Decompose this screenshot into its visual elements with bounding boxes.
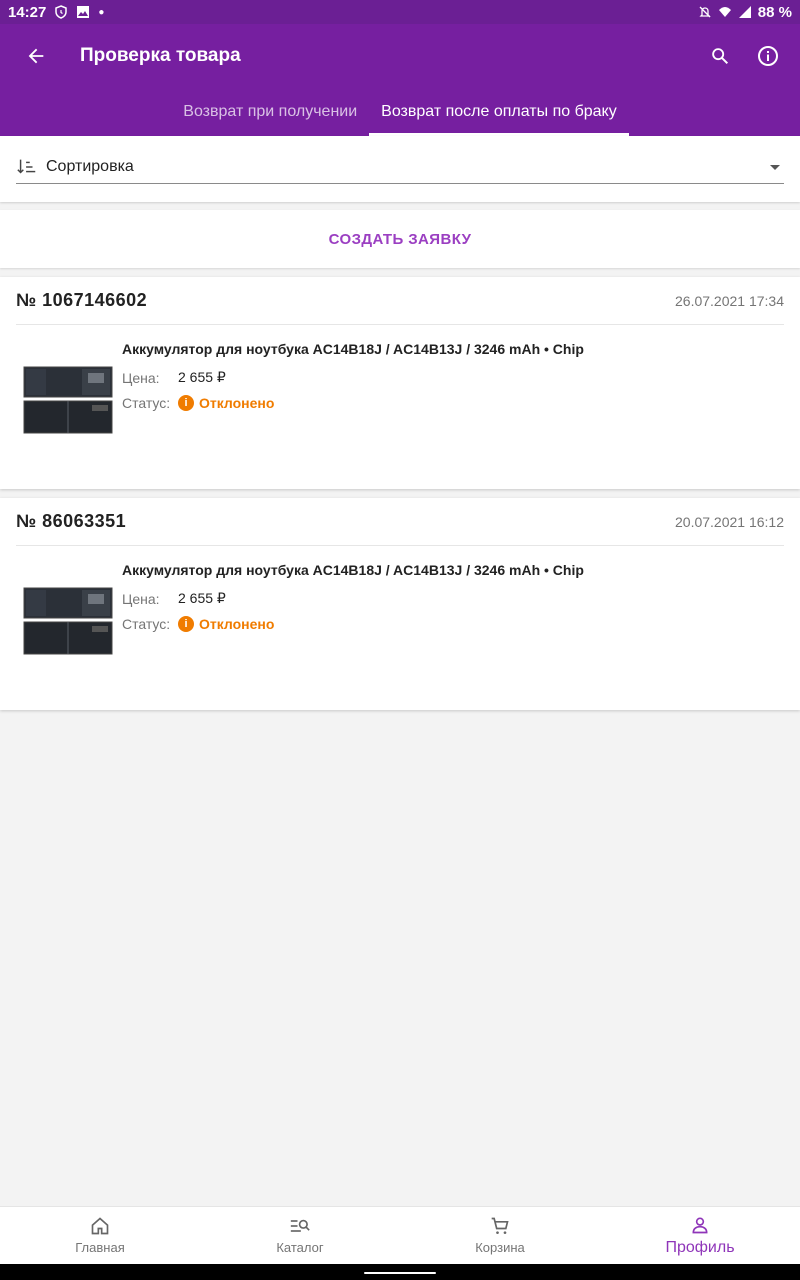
sort-section: Сортировка	[0, 136, 800, 202]
tab-bar: Возврат при получении Возврат после опла…	[0, 88, 800, 136]
info-button[interactable]	[744, 32, 792, 80]
home-gesture-handle[interactable]	[364, 1272, 436, 1274]
cart-icon	[491, 1217, 509, 1234]
nav-profile-label: Профиль	[665, 1238, 735, 1256]
price-label: Цена:	[122, 369, 160, 386]
dropdown-arrow-icon	[770, 164, 780, 170]
nav-profile[interactable]: Профиль	[600, 1207, 800, 1264]
product-name: Аккумулятор для ноутбука AC14B18J / AC14…	[122, 341, 584, 357]
order-number: № 1067146602	[16, 290, 148, 310]
system-navigation-bar	[0, 1264, 800, 1280]
notification-dot-icon: ●	[98, 6, 105, 18]
shield-clock-icon	[55, 5, 68, 19]
status-badge: i Отклонено	[178, 395, 274, 411]
price-value: 2 655 ₽	[178, 590, 226, 606]
create-request-label: СОЗДАТЬ ЗАЯВКУ	[328, 230, 472, 248]
create-request-button[interactable]: СОЗДАТЬ ЗАЯВКУ	[0, 210, 800, 268]
tab-return-on-receipt[interactable]: Возврат при получении	[171, 88, 369, 136]
search-icon	[712, 48, 729, 65]
order-card[interactable]: № 1067146602 26.07.2021 17:34 Аккумулято…	[0, 277, 800, 489]
nav-catalog[interactable]: Каталог	[200, 1207, 400, 1264]
muted-bell-icon	[699, 6, 711, 18]
nav-home[interactable]: Главная	[0, 1207, 200, 1264]
price-label: Цена:	[122, 590, 160, 607]
battery-text: 88 %	[757, 3, 792, 21]
status-badge: i Отклонено	[178, 616, 274, 632]
status-time: 14:27	[8, 3, 47, 21]
order-date: 26.07.2021 17:34	[675, 292, 784, 309]
tab-return-after-payment[interactable]: Возврат после оплаты по браку	[369, 88, 629, 136]
gallery-icon	[77, 6, 90, 18]
catalog-icon	[290, 1219, 310, 1232]
sort-icon	[17, 159, 36, 174]
nav-cart[interactable]: Корзина	[400, 1207, 600, 1264]
price-value: 2 655 ₽	[178, 369, 226, 385]
search-button[interactable]	[696, 32, 744, 80]
nav-home-label: Главная	[75, 1240, 125, 1255]
order-card[interactable]: № 86063351 20.07.2021 16:12 Аккумулятор …	[0, 498, 800, 710]
status-text: Отклонено	[199, 616, 275, 632]
status-text: Отклонено	[199, 395, 275, 411]
profile-icon	[692, 1217, 708, 1233]
product-image	[23, 366, 113, 434]
sort-dropdown[interactable]: Сортировка	[16, 150, 784, 184]
status-bar: 14:27 ● 88 %	[0, 0, 800, 24]
nav-cart-label: Корзина	[475, 1240, 525, 1255]
order-number: № 86063351	[16, 511, 127, 531]
app-bar: Проверка товара Возврат при получении Во…	[0, 24, 800, 136]
status-label: Статус:	[122, 616, 171, 632]
wifi-icon	[718, 7, 731, 17]
signal-icon	[738, 6, 751, 18]
order-date: 20.07.2021 16:12	[675, 513, 784, 530]
page-title: Проверка товара	[80, 45, 241, 66]
bottom-navigation: Главная Каталог Корзина Профиль	[0, 1206, 800, 1264]
back-button[interactable]	[0, 24, 72, 88]
nav-catalog-label: Каталог	[276, 1240, 324, 1255]
status-label: Статус:	[122, 395, 171, 411]
info-status-icon: i	[178, 616, 194, 632]
info-icon	[758, 46, 778, 66]
sort-label: Сортировка	[46, 157, 134, 175]
home-icon	[91, 1217, 109, 1235]
product-image	[23, 587, 113, 655]
product-name: Аккумулятор для ноутбука AC14B18J / AC14…	[122, 562, 584, 578]
info-status-icon: i	[178, 395, 194, 411]
arrow-back-icon	[28, 48, 44, 64]
